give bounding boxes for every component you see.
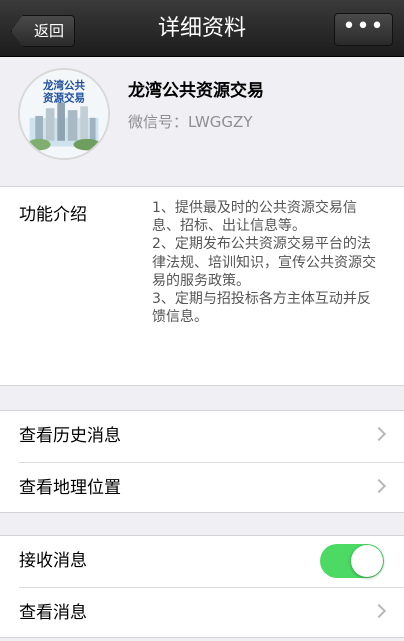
intro-section: 功能介绍 1、提供最及时的公共资源交易信息、招标、出让信息等。 2、定期发布公共… bbox=[0, 186, 404, 386]
actions-group: 查看历史消息 查看地理位置 bbox=[0, 410, 404, 513]
view-location-row[interactable]: 查看地理位置 bbox=[0, 463, 404, 513]
view-messages-label: 查看消息 bbox=[19, 603, 87, 623]
avatar[interactable]: 龙湾公共 资源交易 bbox=[18, 68, 110, 160]
avatar-text-line1: 龙湾公共 bbox=[42, 79, 86, 92]
profile-header: 龙湾公共 资源交易 龙湾公共资源交易 微信号：LWGGZY bbox=[0, 58, 404, 186]
account-name: 龙湾公共资源交易 bbox=[128, 81, 264, 101]
view-history-label: 查看历史消息 bbox=[19, 426, 121, 446]
wechat-id: 微信号：LWGGZY bbox=[128, 113, 253, 131]
chevron-right-icon bbox=[371, 603, 387, 619]
chevron-right-icon bbox=[371, 478, 387, 494]
intro-text: 1、提供最及时的公共资源交易信息、招标、出让信息等。 2、定期发布公共资源交易平… bbox=[152, 200, 376, 326]
receive-messages-row: 接收消息 bbox=[0, 536, 404, 586]
intro-label: 功能介绍 bbox=[19, 205, 87, 225]
toggle-knob bbox=[351, 545, 383, 577]
back-button[interactable]: 返回 bbox=[11, 15, 75, 47]
receive-messages-label: 接收消息 bbox=[19, 551, 87, 571]
view-location-label: 查看地理位置 bbox=[19, 478, 121, 498]
view-messages-row[interactable]: 查看消息 bbox=[0, 588, 404, 638]
navigation-bar: 返回 详细资料 ••• bbox=[0, 0, 404, 57]
avatar-text-line2: 资源交易 bbox=[43, 92, 85, 105]
more-options-button[interactable]: ••• bbox=[334, 13, 393, 46]
view-history-row[interactable]: 查看历史消息 bbox=[0, 411, 404, 461]
chevron-right-icon bbox=[371, 426, 387, 442]
message-settings-group: 接收消息 查看消息 bbox=[0, 535, 404, 638]
receive-messages-toggle[interactable] bbox=[320, 544, 384, 578]
avatar-logo-icon: 龙湾公共 资源交易 bbox=[20, 70, 108, 158]
